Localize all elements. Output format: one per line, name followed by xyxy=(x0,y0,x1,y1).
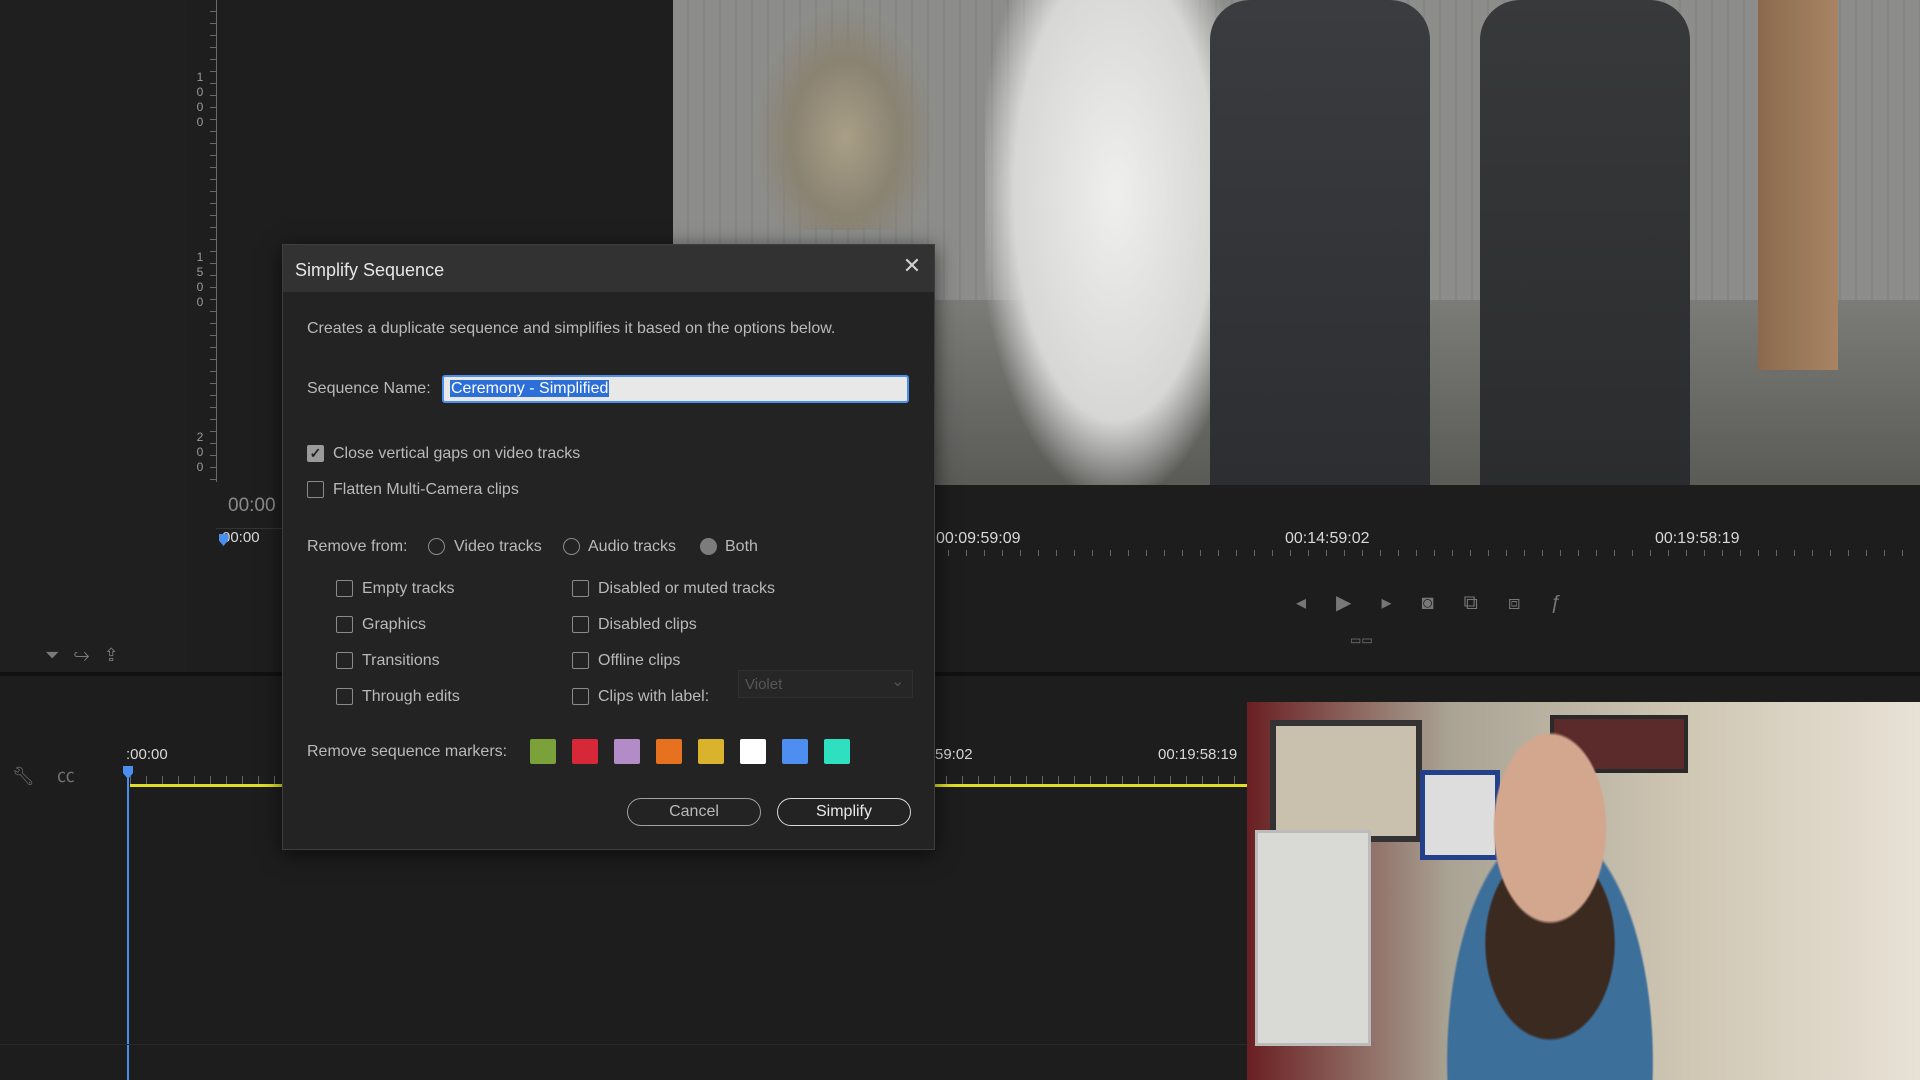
clips-with-label-checkbox[interactable] xyxy=(572,688,589,705)
disabled-muted-tracks-checkbox[interactable] xyxy=(572,580,589,597)
video-officiant xyxy=(1480,0,1690,485)
offline-clips-checkbox[interactable] xyxy=(572,652,589,669)
sequence-name-text: Ceremony - Simplified xyxy=(450,380,610,397)
timeline-scale-end: 00:19:58:19 xyxy=(1158,746,1238,763)
source-timecode: 00:00 xyxy=(228,495,276,516)
close-gaps-label[interactable]: Close vertical gaps on video tracks xyxy=(333,445,580,463)
clips-with-label-label[interactable]: Clips with label: xyxy=(598,688,709,706)
ruler-digit-200: 200 xyxy=(196,430,204,474)
program-scale-label: 00:09:59:09 xyxy=(936,530,1021,547)
marker-swatch-yellow[interactable] xyxy=(698,739,724,764)
ruler-digit-1500: 1500 xyxy=(196,250,204,309)
marker-swatch-green[interactable] xyxy=(530,739,556,764)
marker-swatch-rose[interactable] xyxy=(614,739,640,764)
graphics-label[interactable]: Graphics xyxy=(362,616,426,634)
project-panel xyxy=(0,0,187,672)
program-scale-label: 00:14:59:02 xyxy=(1285,530,1370,547)
disabled-muted-tracks-label[interactable]: Disabled or muted tracks xyxy=(598,580,775,598)
video-wooden-post xyxy=(1758,0,1838,370)
marker-swatch-white[interactable] xyxy=(740,739,766,764)
video-pampas-plant xyxy=(750,0,940,230)
program-ruler-ticks xyxy=(930,550,1920,556)
video-tracks-radio[interactable] xyxy=(428,538,445,555)
marker-swatch-red[interactable] xyxy=(572,739,598,764)
program-transport-controls[interactable]: ◂▶▸◙⧉⧈ƒ xyxy=(1296,590,1592,615)
offline-clips-label[interactable]: Offline clips xyxy=(598,652,680,670)
video-tracks-label[interactable]: Video tracks xyxy=(454,538,542,556)
marker-swatch-blue[interactable] xyxy=(782,739,808,764)
empty-tracks-label[interactable]: Empty tracks xyxy=(362,580,454,598)
close-icon[interactable]: ✕ xyxy=(899,253,925,279)
remove-from-label: Remove from: xyxy=(307,538,408,555)
simplify-button[interactable]: Simplify xyxy=(777,798,911,826)
timeline-track-divider xyxy=(0,1044,1247,1045)
source-export-controls[interactable]: ⏷↪⇪ xyxy=(45,645,133,666)
step-forward-icon[interactable]: ▸ xyxy=(1381,592,1421,614)
flatten-multicam-checkbox[interactable] xyxy=(307,481,324,498)
timeline-tools[interactable]: 🔧︎㏄ xyxy=(12,762,97,788)
simplify-sequence-dialog: Simplify Sequence ✕ Creates a duplicate … xyxy=(282,244,935,850)
captions-icon[interactable]: ㏄ xyxy=(57,766,97,786)
timeline-scale-start: :00:00 xyxy=(126,746,168,763)
ruler-digit-1000: 1000 xyxy=(196,70,204,129)
both-label[interactable]: Both xyxy=(725,538,758,556)
timeline-playhead-line[interactable] xyxy=(127,776,129,1080)
camera-icon[interactable]: ◙ xyxy=(1421,592,1463,614)
through-edits-label[interactable]: Through edits xyxy=(362,688,460,706)
clip-label-select[interactable]: Violet xyxy=(738,670,913,698)
both-radio[interactable] xyxy=(700,538,717,555)
sequence-name-label: Sequence Name: xyxy=(307,380,431,397)
vertical-ruler xyxy=(210,0,217,482)
audio-tracks-label[interactable]: Audio tracks xyxy=(588,538,676,556)
webcam-monitor xyxy=(1255,830,1371,1046)
marker-swatch-orange[interactable] xyxy=(656,739,682,764)
timeline-scale-mid: 59:02 xyxy=(935,746,973,763)
dialog-description: Creates a duplicate sequence and simplif… xyxy=(307,320,836,337)
empty-tracks-checkbox[interactable] xyxy=(336,580,353,597)
marker-swatch-cyan[interactable] xyxy=(824,739,850,764)
disabled-clips-checkbox[interactable] xyxy=(572,616,589,633)
transitions-checkbox[interactable] xyxy=(336,652,353,669)
remove-markers-label: Remove sequence markers: xyxy=(307,743,508,760)
close-gaps-checkbox[interactable] xyxy=(307,445,324,462)
through-edits-checkbox[interactable] xyxy=(336,688,353,705)
step-back-icon[interactable]: ◂ xyxy=(1296,592,1336,614)
sequence-name-input[interactable]: Ceremony - Simplified xyxy=(442,375,909,403)
transitions-label[interactable]: Transitions xyxy=(362,652,440,670)
graphics-checkbox[interactable] xyxy=(336,616,353,633)
flatten-multicam-label[interactable]: Flatten Multi-Camera clips xyxy=(333,481,519,499)
play-icon[interactable]: ▶ xyxy=(1336,592,1381,614)
program-scale-label: 00:19:58:19 xyxy=(1655,530,1740,547)
overwrite-icon[interactable]: ⧈ xyxy=(1508,592,1551,614)
webcam-presenter xyxy=(1400,720,1700,1080)
button-editor-icon[interactable]: ▭▭ xyxy=(1350,633,1373,647)
fx-icon[interactable]: ƒ xyxy=(1551,592,1592,614)
audio-tracks-radio[interactable] xyxy=(563,538,580,555)
video-bride xyxy=(985,0,1245,485)
cancel-button[interactable]: Cancel xyxy=(627,798,761,826)
insert-icon[interactable]: ⧉ xyxy=(1464,592,1508,614)
dialog-title: Simplify Sequence xyxy=(295,260,445,280)
disabled-clips-label[interactable]: Disabled clips xyxy=(598,616,697,634)
wrench-icon[interactable]: 🔧︎ xyxy=(12,766,57,786)
video-groom xyxy=(1210,0,1430,485)
